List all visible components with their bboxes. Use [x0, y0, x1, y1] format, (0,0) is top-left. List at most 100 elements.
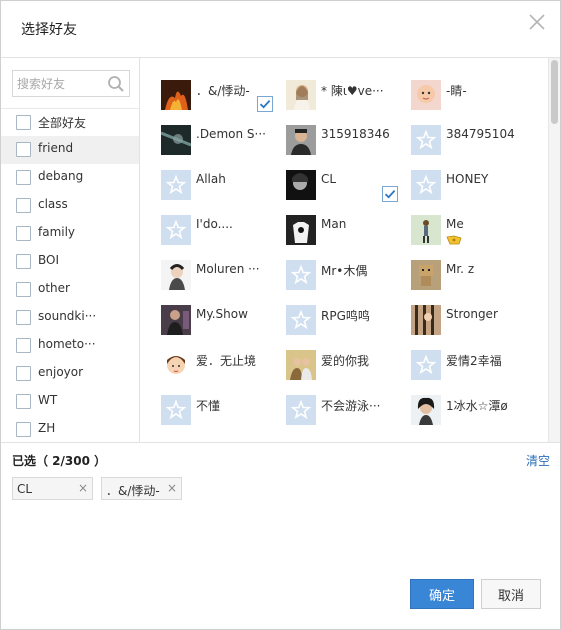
group-checkbox[interactable] [16, 226, 31, 241]
friend-item[interactable]: Mr. z [411, 258, 536, 300]
friend-item[interactable]: HONEY [411, 168, 536, 210]
dialog-title: 选择好友 [21, 22, 77, 38]
group-item[interactable]: debang [1, 164, 139, 192]
close-icon[interactable] [528, 13, 546, 31]
group-checkbox[interactable] [16, 310, 31, 325]
friend-item[interactable]: My.Show [161, 303, 286, 345]
select-friends-dialog: 选择好友 全部好友 friend debang class family BOI other… [0, 0, 561, 630]
avatar [286, 170, 316, 200]
chip-label: ．&/悸动- [106, 484, 160, 498]
checked-checkbox-icon[interactable] [382, 186, 398, 202]
avatar [161, 305, 191, 335]
friend-item[interactable]: RPG鸣鸣 [286, 303, 411, 345]
group-checkbox[interactable] [16, 198, 31, 213]
friend-item[interactable]: .Demon S··· [161, 123, 286, 165]
friend-item[interactable]: 爱的你我 [286, 348, 411, 390]
friend-name: Man [321, 217, 347, 231]
group-label: 全部好友 [38, 116, 87, 130]
group-checkbox[interactable] [16, 170, 31, 185]
friend-item[interactable]: ．&/悸动- [161, 78, 286, 120]
friend-item[interactable]: Mr•木偶 [286, 258, 411, 300]
scrollbar-thumb[interactable] [551, 60, 558, 124]
friend-panel: ．&/悸动- * 陳ι♥ve··· -睛- .Demon S··· 315918346 3… [141, 58, 560, 442]
confirm-button[interactable]: 确定 [410, 579, 474, 609]
friend-name: 384795104 [446, 127, 515, 141]
group-item[interactable]: soundki··· [1, 304, 139, 332]
group-item[interactable]: class [1, 192, 139, 220]
group-item[interactable]: enjoyor [1, 360, 139, 388]
avatar [411, 395, 441, 425]
friend-item[interactable]: Me [411, 213, 536, 255]
checked-checkbox-icon[interactable] [257, 96, 273, 112]
group-checkbox[interactable] [16, 115, 31, 130]
avatar [286, 125, 316, 155]
friend-name: 不懂 [196, 399, 221, 413]
avatar [161, 260, 191, 290]
friend-scrollbar[interactable] [548, 58, 560, 442]
dialog-header: 选择好友 [1, 1, 560, 55]
search-icon[interactable] [107, 75, 125, 93]
friend-item[interactable]: Stronger [411, 303, 536, 345]
search-box [12, 70, 130, 97]
friend-name: 爱的你我 [321, 354, 370, 368]
friend-name: Mr. z [446, 262, 475, 276]
friend-name: 1冰水☆潭ø [446, 399, 508, 413]
group-checkbox[interactable] [16, 254, 31, 269]
group-item[interactable]: 全部好友 [1, 108, 139, 136]
group-item[interactable]: family [1, 220, 139, 248]
default-avatar-star-icon [161, 395, 191, 425]
selected-count: 已选（ 2/300 ） [12, 454, 107, 468]
group-checkbox[interactable] [16, 142, 31, 157]
friend-item[interactable]: Allah [161, 168, 286, 210]
remove-chip-icon[interactable]: × [167, 481, 177, 495]
default-avatar-star-icon [411, 170, 441, 200]
remove-chip-icon[interactable]: × [78, 481, 88, 495]
friend-item[interactable]: -睛- [411, 78, 536, 120]
friend-name: * 陳ι♥ve··· [321, 84, 384, 98]
group-checkbox[interactable] [16, 422, 31, 437]
avatar [411, 305, 441, 335]
group-item[interactable]: hometo··· [1, 332, 139, 360]
friend-item[interactable]: 爱情2幸福 [411, 348, 536, 390]
cancel-button[interactable]: 取消 [481, 579, 541, 609]
group-checkbox[interactable] [16, 338, 31, 353]
friend-item[interactable]: 384795104 [411, 123, 536, 165]
group-panel: 全部好友 friend debang class family BOI other sound… [1, 58, 140, 442]
friend-name: Stronger [446, 307, 498, 321]
selected-chip: CL × [12, 477, 93, 500]
clear-link[interactable]: 清空 [526, 452, 550, 469]
group-item[interactable]: ZH [1, 416, 139, 444]
group-label: hometo··· [38, 337, 96, 351]
friend-item[interactable]: 315918346 [286, 123, 411, 165]
group-label: BOI [38, 253, 60, 267]
group-item[interactable]: other [1, 276, 139, 304]
friend-item[interactable]: 不懂 [161, 393, 286, 435]
group-item[interactable]: friend [1, 136, 139, 164]
friend-item[interactable]: 不会游泳··· [286, 393, 411, 435]
group-checkbox[interactable] [16, 282, 31, 297]
friend-name: My.Show [196, 307, 248, 321]
avatar [411, 260, 441, 290]
friend-name: 爱．无止境 [196, 354, 257, 368]
friend-item[interactable]: I'do.... [161, 213, 286, 255]
group-item[interactable]: BOI [1, 248, 139, 276]
group-label: other [38, 281, 70, 295]
friend-item[interactable]: Man [286, 213, 411, 255]
group-label: debang [38, 169, 84, 183]
default-avatar-star-icon [286, 260, 316, 290]
group-label: enjoyor [38, 365, 84, 379]
friend-item[interactable]: Moluren ··· [161, 258, 286, 300]
group-checkbox[interactable] [16, 366, 31, 381]
group-item[interactable]: WT [1, 388, 139, 416]
search-input[interactable] [17, 75, 105, 93]
friend-name: HONEY [446, 172, 489, 186]
friend-item[interactable]: * 陳ι♥ve··· [286, 78, 411, 120]
selected-chip: ．&/悸动- × [101, 477, 182, 500]
group-checkbox[interactable] [16, 394, 31, 409]
friend-item[interactable]: 1冰水☆潭ø [411, 393, 536, 435]
default-avatar-star-icon [411, 350, 441, 380]
friend-item[interactable]: CL [286, 168, 411, 210]
default-avatar-star-icon [286, 305, 316, 335]
friend-name: 爱情2幸福 [446, 354, 502, 368]
friend-item[interactable]: 爱．无止境 [161, 348, 286, 390]
